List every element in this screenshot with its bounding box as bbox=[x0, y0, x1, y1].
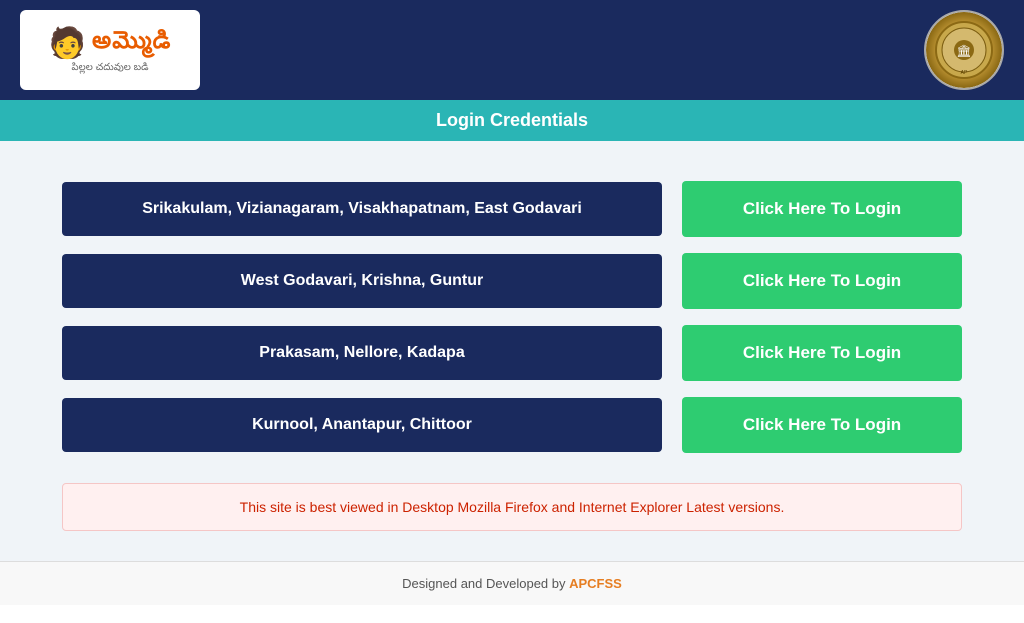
notice-text: This site is best viewed in Desktop Mozi… bbox=[240, 499, 785, 515]
login-button-3[interactable]: Click Here To Login bbox=[682, 325, 962, 381]
login-button-2[interactable]: Click Here To Login bbox=[682, 253, 962, 309]
login-rows-container: Srikakulam, Vizianagaram, Visakhapatnam,… bbox=[62, 181, 962, 453]
footer-text: Designed and Developed by bbox=[402, 576, 569, 591]
footer-link[interactable]: APCFSS bbox=[569, 576, 622, 591]
svg-text:AP: AP bbox=[961, 70, 968, 76]
telugu-subtitle: పిల్లల చదువుల బడి bbox=[72, 61, 149, 75]
banner: Login Credentials bbox=[0, 100, 1024, 141]
district-label-3: Prakasam, Nellore, Kadapa bbox=[62, 326, 662, 380]
login-row-1: Srikakulam, Vizianagaram, Visakhapatnam,… bbox=[62, 181, 962, 237]
header: 🧑 అమ్మొడి పిల్లల చదువుల బడి 🏛 AP bbox=[0, 0, 1024, 100]
person-icon: 🧑 bbox=[49, 26, 86, 61]
notice-box: This site is best viewed in Desktop Mozi… bbox=[62, 483, 962, 531]
district-label-4: Kurnool, Anantapur, Chittoor bbox=[62, 398, 662, 452]
logo-left: 🧑 అమ్మొడి పిల్లల చదువుల బడి bbox=[20, 10, 200, 90]
banner-title: Login Credentials bbox=[436, 110, 588, 130]
main-content: Srikakulam, Vizianagaram, Visakhapatnam,… bbox=[0, 141, 1024, 561]
login-button-1[interactable]: Click Here To Login bbox=[682, 181, 962, 237]
login-button-4[interactable]: Click Here To Login bbox=[682, 397, 962, 453]
district-label-2: West Godavari, Krishna, Guntur bbox=[62, 254, 662, 308]
emblem-graphic: 🏛 AP bbox=[926, 12, 1002, 88]
government-emblem: 🏛 AP bbox=[924, 10, 1004, 90]
footer: Designed and Developed by APCFSS bbox=[0, 561, 1024, 605]
login-row-2: West Godavari, Krishna, Guntur Click Here… bbox=[62, 253, 962, 309]
login-row-3: Prakasam, Nellore, Kadapa Click Here To L… bbox=[62, 325, 962, 381]
district-label-1: Srikakulam, Vizianagaram, Visakhapatnam,… bbox=[62, 182, 662, 236]
login-row-4: Kurnool, Anantapur, Chittoor Click Here T… bbox=[62, 397, 962, 453]
telugu-title: అమ్మొడి bbox=[92, 27, 171, 60]
svg-text:🏛: 🏛 bbox=[956, 44, 971, 58]
